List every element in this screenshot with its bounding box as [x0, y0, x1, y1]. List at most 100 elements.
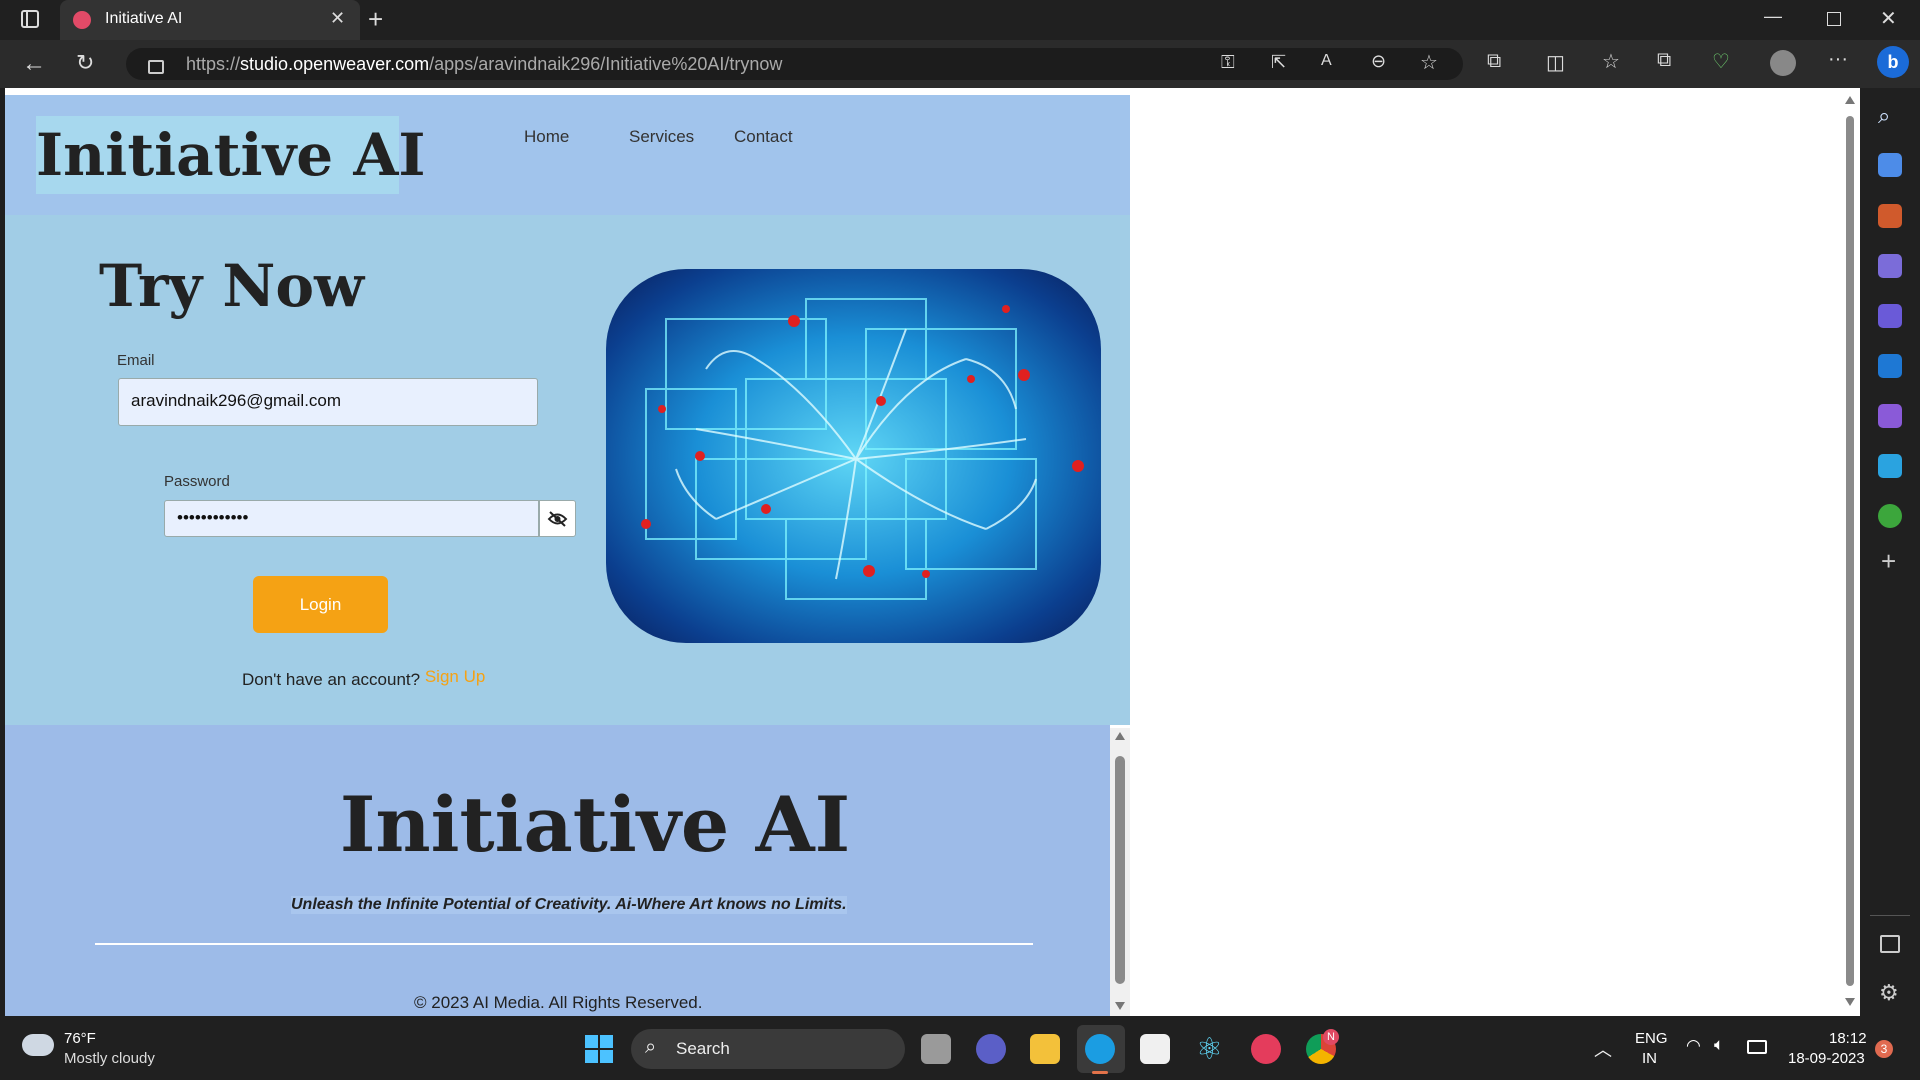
new-tab-icon[interactable]: + — [368, 4, 383, 35]
office-icon[interactable] — [1878, 304, 1902, 328]
clock-date[interactable]: 18-09-2023 — [1788, 1050, 1865, 1067]
url-path: /apps/aravindnaik296/Initiative%20AI/try… — [429, 54, 783, 74]
minimize-icon[interactable]: — — [1764, 6, 1782, 27]
footer-title: Initiative AI — [339, 780, 851, 869]
page-scroll-up-icon[interactable] — [1845, 96, 1855, 104]
start-icon[interactable] — [584, 1034, 614, 1064]
split-screen-icon[interactable]: ◫ — [1546, 50, 1565, 75]
more-icon[interactable]: ··· — [1828, 48, 1848, 71]
performance-icon[interactable]: ♡ — [1712, 49, 1730, 74]
tab-actions-icon[interactable] — [18, 8, 42, 32]
site-logo[interactable]: Initiative AI — [36, 120, 426, 190]
task-view-icon[interactable] — [921, 1034, 951, 1064]
url-domain: studio.openweaver.com — [240, 54, 430, 74]
read-aloud-icon[interactable]: A — [1321, 52, 1332, 70]
nav-contact[interactable]: Contact — [734, 127, 793, 147]
volume-icon[interactable]: 🔈︎ — [1714, 1035, 1724, 1055]
taskbar: 76°F Mostly cloudy ⌕ Search ⚛ N ︿ ENG IN… — [0, 1016, 1920, 1080]
clock-time[interactable]: 18:12 — [1829, 1030, 1867, 1047]
password-value: •••••••••••• — [177, 508, 249, 527]
notification-badge[interactable]: 3 — [1875, 1040, 1893, 1058]
app-red-icon[interactable] — [1251, 1034, 1281, 1064]
designer-icon[interactable] — [1878, 404, 1902, 428]
zoom-icon[interactable]: ⊖ — [1371, 51, 1386, 72]
teams-icon[interactable] — [976, 1034, 1006, 1064]
nav-home[interactable]: Home — [524, 127, 569, 147]
chrome-badge: N — [1323, 1029, 1339, 1045]
address-bar[interactable]: https://studio.openweaver.com/apps/aravi… — [126, 48, 1463, 80]
weather-icon[interactable] — [22, 1034, 54, 1056]
active-tab[interactable]: Initiative AI ✕ — [60, 0, 360, 40]
browser-tab-bar: Initiative AI ✕ + — ✕ — [0, 0, 1920, 40]
url-prefix: https:// — [186, 54, 241, 74]
ai-brain-image — [606, 269, 1101, 643]
edge-sidebar: ⌕ + ⚙ — [1860, 88, 1920, 1016]
footer-copyright: © 2023 AI Media. All Rights Reserved. — [414, 993, 703, 1012]
show-hidden-icons[interactable]: ︿ — [1594, 1036, 1612, 1062]
toggle-password-button[interactable] — [539, 500, 576, 537]
shopping-icon[interactable] — [1878, 153, 1902, 177]
favorites-icon[interactable]: ☆ — [1602, 49, 1620, 74]
file-explorer-icon[interactable] — [1030, 1034, 1060, 1064]
language-line2[interactable]: IN — [1642, 1050, 1657, 1067]
password-field[interactable]: •••••••••••• — [164, 500, 539, 537]
url-text: https://studio.openweaver.com/apps/aravi… — [186, 54, 782, 75]
settings-icon[interactable]: ⚙ — [1879, 980, 1899, 1006]
lock-icon[interactable] — [148, 60, 164, 74]
eye-slash-icon — [547, 511, 568, 527]
language-line1[interactable]: ENG — [1635, 1030, 1668, 1047]
edge-active-indicator — [1092, 1071, 1108, 1074]
page-title: Try Now — [99, 252, 365, 320]
favorite-icon[interactable]: ☆ — [1420, 50, 1438, 75]
nav-services[interactable]: Services — [629, 127, 694, 147]
telegram-icon[interactable] — [1878, 454, 1902, 478]
store-icon[interactable] — [1140, 1034, 1170, 1064]
frame-scroll-up-icon[interactable] — [1115, 732, 1125, 740]
tree-icon[interactable] — [1878, 504, 1902, 528]
battery-icon[interactable] — [1747, 1040, 1767, 1054]
bing-icon[interactable]: b — [1877, 46, 1909, 78]
collections-icon[interactable]: ⧉ — [1657, 49, 1671, 72]
frame-scroll-down-icon[interactable] — [1115, 1002, 1125, 1010]
page-scroll-down-icon[interactable] — [1845, 998, 1855, 1006]
email-value: aravindnaik296@gmail.com — [131, 391, 342, 410]
taskbar-search[interactable]: ⌕ Search — [631, 1029, 905, 1069]
extensions-icon[interactable]: ⧉ — [1487, 50, 1501, 73]
footer-divider — [95, 943, 1033, 945]
weather-desc[interactable]: Mostly cloudy — [64, 1050, 155, 1067]
edge-icon[interactable] — [1085, 1034, 1115, 1064]
key-icon[interactable]: ⚿ — [1221, 52, 1235, 73]
signup-link[interactable]: Sign Up — [425, 667, 485, 686]
react-icon[interactable]: ⚛ — [1196, 1032, 1223, 1067]
page-scroll-thumb[interactable] — [1846, 116, 1854, 986]
close-tab-icon[interactable]: ✕ — [330, 8, 345, 29]
wifi-icon[interactable]: ◠ — [1686, 1036, 1701, 1056]
search-icon[interactable]: ⌕ — [1878, 103, 1890, 129]
games-icon[interactable] — [1878, 254, 1902, 278]
close-window-icon[interactable]: ✕ — [1880, 6, 1897, 31]
login-button[interactable]: Login — [253, 576, 388, 633]
tools-icon[interactable] — [1878, 204, 1902, 228]
page-scrollbar[interactable] — [1840, 92, 1860, 1012]
restore-icon[interactable] — [1827, 12, 1841, 26]
frame-scrollbar[interactable] — [1110, 728, 1130, 1016]
search-label: Search — [676, 1039, 730, 1058]
search-icon: ⌕ — [645, 1036, 657, 1058]
footer-tagline: Unleash the Infinite Potential of Creati… — [291, 896, 847, 914]
sidebar-divider — [1870, 915, 1910, 916]
tab-title: Initiative AI — [105, 10, 183, 27]
profile-icon[interactable] — [1770, 50, 1796, 76]
signup-prompt: Don't have an account? — [242, 670, 421, 689]
back-icon[interactable]: ← — [22, 50, 46, 78]
tab-favicon-icon — [73, 11, 91, 29]
refresh-icon[interactable]: ↻ — [76, 50, 94, 76]
password-label: Password — [164, 473, 230, 490]
site-footer — [5, 725, 1110, 1016]
outlook-icon[interactable] — [1878, 354, 1902, 378]
weather-temp[interactable]: 76°F — [64, 1030, 96, 1047]
add-icon[interactable]: + — [1881, 546, 1896, 577]
share-icon[interactable]: ⇱ — [1271, 52, 1286, 73]
sidebar-toggle-icon[interactable] — [1880, 935, 1900, 953]
email-field[interactable]: aravindnaik296@gmail.com — [118, 378, 538, 426]
frame-scroll-thumb[interactable] — [1115, 756, 1125, 984]
